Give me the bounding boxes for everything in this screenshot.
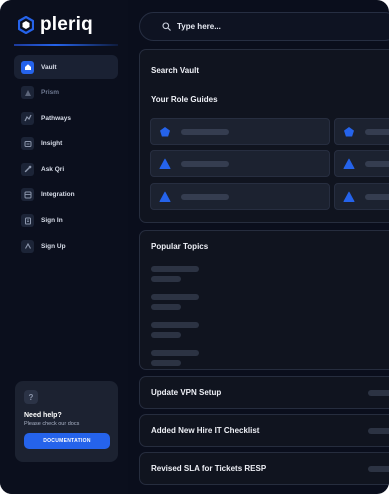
pathways-icon (21, 111, 34, 125)
sidebar-item-label: Sign In (41, 217, 63, 225)
update-row[interactable]: Added New Hire IT Checklist (139, 414, 389, 447)
sidebar-item-ask-qri[interactable]: Ask Qri (14, 157, 118, 181)
sidebar-item-label: Vault (41, 63, 57, 71)
prism-icon (21, 86, 34, 100)
triangle-icon (159, 191, 171, 202)
update-title: Added New Hire IT Checklist (151, 426, 260, 435)
sidebar-item-pathways[interactable]: Pathways (14, 106, 118, 130)
help-card: ? Need help? Please check our docs DOCUM… (15, 381, 118, 462)
sign-in-icon (21, 214, 34, 228)
sidebar-nav: Vault Prism Pathways Insight Ask Qri Int… (14, 55, 118, 260)
question-icon: ? (24, 390, 38, 404)
popular-topics-panel: Popular Topics (139, 230, 389, 370)
sidebar-item-label: Insight (41, 140, 63, 148)
integration-icon (21, 188, 34, 202)
logo-icon (18, 16, 34, 34)
sidebar-item-sign-up[interactable]: Sign Up (14, 234, 118, 258)
documentation-button[interactable]: DOCUMENTATION (24, 433, 110, 449)
topic-skeleton (151, 350, 199, 356)
topic-skeleton (151, 360, 181, 366)
role-guide-card[interactable] (150, 183, 330, 210)
insight-icon (21, 137, 34, 151)
pentagon-icon (344, 126, 354, 136)
pentagon-icon (160, 126, 170, 136)
sidebar-item-integration[interactable]: Integration (14, 183, 118, 207)
sidebar-item-label: Pathways (41, 114, 71, 122)
topic-skeleton (151, 294, 199, 300)
search-vault-panel: Search Vault Your Role Guides (139, 49, 389, 223)
role-guide-card[interactable] (334, 150, 389, 177)
role-guides-title: Your Role Guides (151, 95, 218, 104)
triangle-icon (343, 191, 355, 202)
panel-title: Search Vault (151, 66, 200, 75)
logo-divider (14, 44, 118, 46)
update-title: Update VPN Setup (151, 388, 222, 397)
role-guide-card[interactable] (150, 118, 330, 145)
sidebar: pleriq Vault Prism Pathways Insight Ask … (0, 0, 128, 494)
search-placeholder: Type here... (177, 22, 221, 31)
topic-skeleton (151, 304, 181, 310)
sidebar-item-sign-in[interactable]: Sign In (14, 209, 118, 233)
sidebar-item-vault[interactable]: Vault (14, 55, 118, 79)
update-title: Revised SLA for Tickets RESP (151, 464, 267, 473)
triangle-icon (159, 158, 171, 169)
sidebar-item-label: Prism (41, 89, 60, 97)
sidebar-item-prism[interactable]: Prism (14, 81, 118, 105)
topic-skeleton (151, 276, 181, 282)
search-icon (162, 22, 171, 31)
sidebar-item-label: Ask Qri (41, 165, 65, 173)
role-guide-card[interactable] (334, 183, 389, 210)
home-icon (21, 60, 34, 74)
sign-up-icon (21, 239, 34, 253)
topic-skeleton (151, 332, 181, 338)
role-guide-card[interactable] (334, 118, 389, 145)
role-guide-card[interactable] (150, 150, 330, 177)
sidebar-item-label: Sign Up (41, 242, 66, 250)
help-title: Need help? (24, 412, 62, 419)
popular-topics-title: Popular Topics (151, 242, 209, 251)
sidebar-item-insight[interactable]: Insight (14, 132, 118, 156)
logo[interactable]: pleriq (18, 14, 93, 36)
update-row[interactable]: Revised SLA for Tickets RESP (139, 452, 389, 485)
sidebar-item-label: Integration (41, 191, 75, 199)
help-subtitle: Please check our docs (24, 421, 80, 427)
search-input[interactable]: Type here... (139, 12, 389, 41)
chat-icon (21, 162, 34, 176)
topic-skeleton (151, 322, 199, 328)
brand-name: pleriq (40, 14, 93, 35)
update-row[interactable]: Update VPN Setup (139, 376, 389, 409)
app-window: pleriq Vault Prism Pathways Insight Ask … (0, 0, 389, 494)
triangle-icon (343, 158, 355, 169)
topic-skeleton (151, 266, 199, 272)
